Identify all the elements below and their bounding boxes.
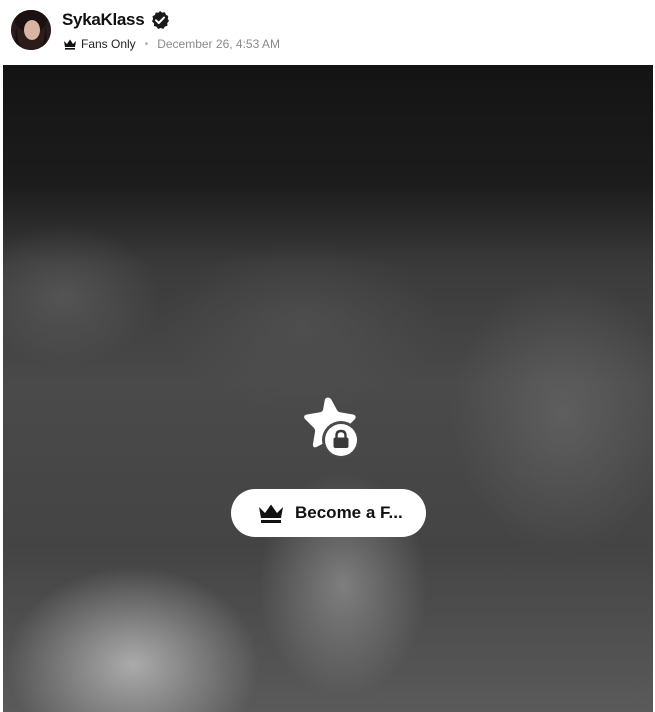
avatar[interactable]	[11, 10, 51, 50]
name-row: SykaKlass	[62, 9, 170, 31]
crown-icon	[259, 504, 283, 523]
visibility-label: Fans Only	[81, 37, 136, 51]
become-a-fan-label: Become a F...	[295, 503, 403, 522]
meta-separator: •	[144, 38, 149, 50]
username[interactable]: SykaKlass	[62, 10, 145, 30]
star-lock-icon	[304, 397, 360, 459]
verified-badge-icon	[150, 10, 170, 30]
post-meta: Fans Only • December 26, 4:53 AM	[63, 36, 280, 52]
post-header: SykaKlass Fans Only • December 26, 4:53 …	[0, 0, 655, 64]
locked-media[interactable]: Become a F...	[3, 65, 653, 712]
become-a-fan-button[interactable]: Become a F...	[231, 489, 426, 537]
crown-icon	[64, 39, 76, 50]
post-date[interactable]: December 26, 4:53 AM	[157, 37, 280, 51]
avatar-image	[11, 10, 51, 50]
